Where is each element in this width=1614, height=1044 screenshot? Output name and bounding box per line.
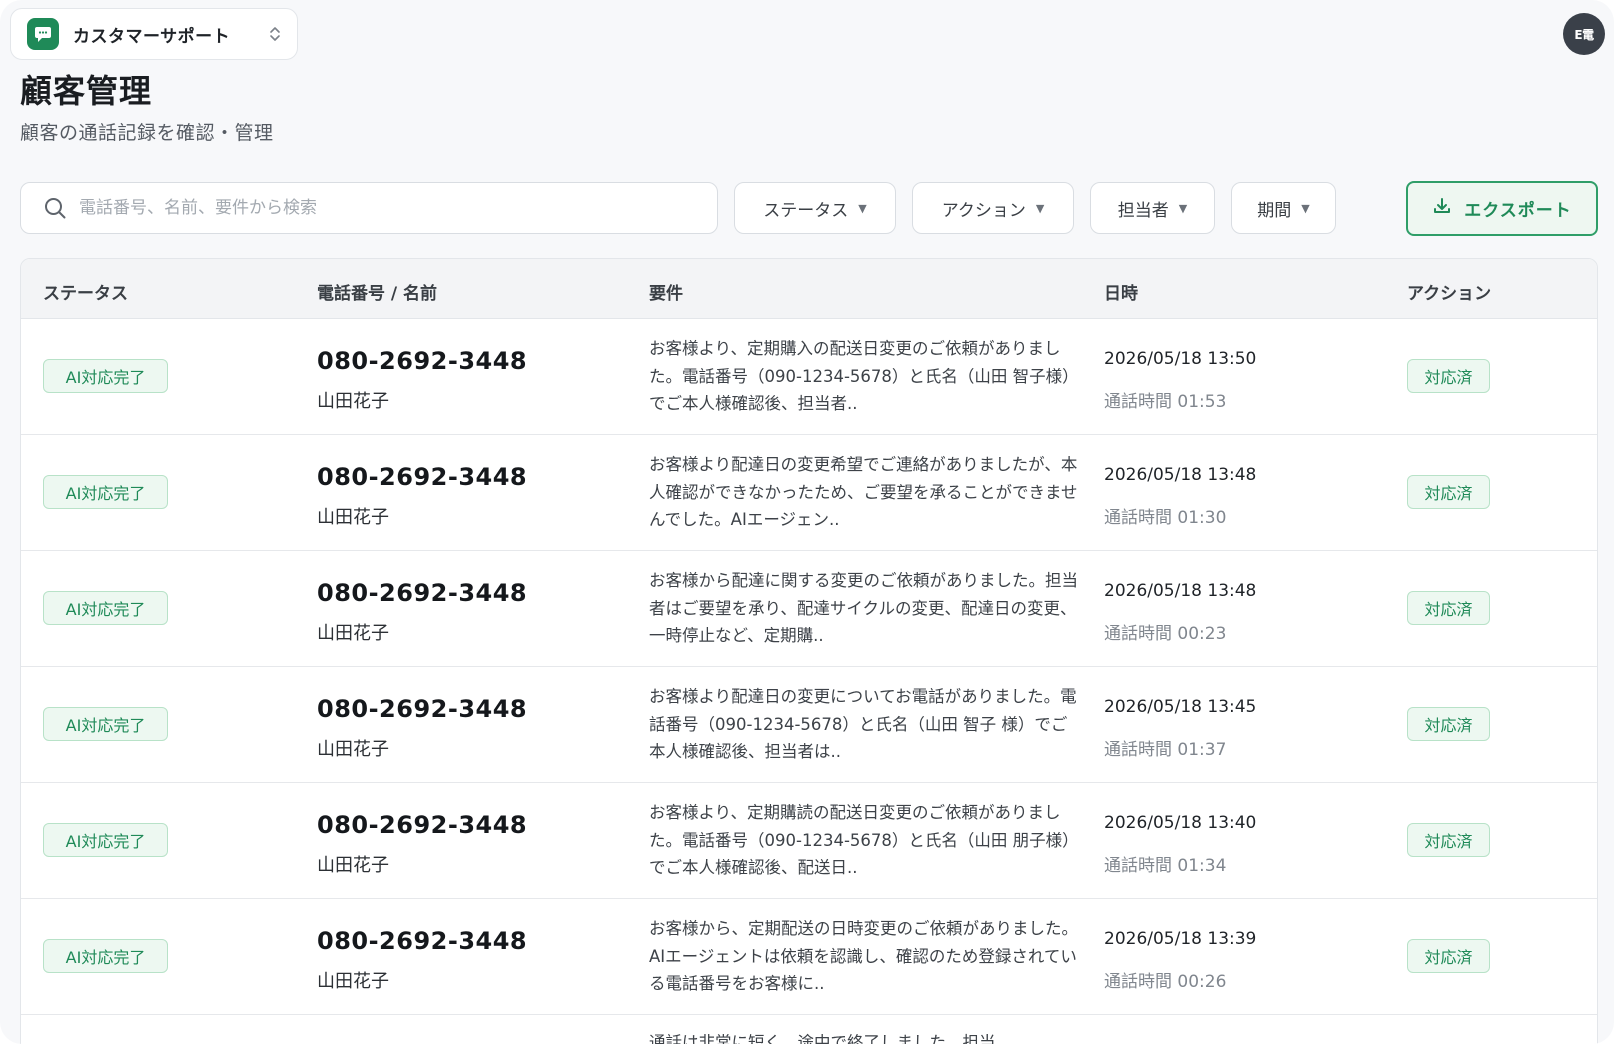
caret-down-icon: ▼ — [1178, 201, 1188, 215]
call-datetime: 2026/05/18 13:40 — [1104, 813, 1257, 833]
call-duration: 通話時間 01:34 — [1104, 856, 1227, 876]
app-window: カスタマーサポート E電 顧客管理 顧客の通話記録を確認・管理 ステータス ▼ … — [0, 0, 1614, 1044]
caret-down-icon: ▼ — [858, 201, 867, 215]
table-row[interactable]: AI対応完了 080-2692-3448 山田花子 お客様から配達に関する変更の… — [21, 551, 1597, 667]
search-icon — [43, 196, 67, 220]
table-header: ステータス 電話番号 / 名前 要件 日時 アクション — [21, 259, 1597, 319]
customer-name: 山田花子 — [317, 971, 389, 992]
call-datetime: 2026/05/18 13:48 — [1104, 581, 1257, 601]
header-datetime: 日時 — [1104, 284, 1138, 304]
header-phone-name: 電話番号 / 名前 — [317, 284, 438, 304]
caret-down-icon: ▼ — [1035, 201, 1045, 215]
status-badge: AI対応完了 — [43, 591, 168, 625]
call-duration: 通話時間 00:23 — [1104, 624, 1227, 644]
table-row[interactable]: AI対応完了 080-2692-3448 山田花子 お客様より配達日の変更につい… — [21, 667, 1597, 783]
call-summary: お客様から配達に関する変更のご依頼がありました。担当者はご要望を承り、配達サイク… — [649, 571, 1078, 645]
status-badge: AI対応完了 — [43, 939, 168, 973]
phone-number: 080-2692-3448 — [317, 927, 528, 955]
call-datetime: 2026/05/18 13:45 — [1104, 697, 1257, 717]
action-badge[interactable]: 対応済 — [1407, 359, 1490, 393]
search-box[interactable] — [20, 182, 718, 234]
call-duration: 通話時間 00:26 — [1104, 972, 1227, 992]
status-badge: AI対応完了 — [43, 823, 168, 857]
user-avatar[interactable]: E電 — [1563, 13, 1605, 55]
caret-down-icon: ▼ — [1301, 201, 1310, 215]
table-row[interactable]: 通話は非常に短く、途中で終了しました。担当 — [21, 1015, 1597, 1044]
page-title: 顧客管理 — [20, 72, 153, 110]
action-filter[interactable]: アクション ▼ — [912, 182, 1074, 234]
status-filter-label: ステータス — [763, 200, 849, 221]
call-summary: お客様より、定期購入の配送日変更のご依頼がありました。電話番号（090-1234… — [649, 339, 1079, 413]
assignee-filter-label: 担当者 — [1117, 200, 1169, 221]
call-duration: 通話時間 01:37 — [1104, 740, 1227, 760]
status-badge: AI対応完了 — [43, 359, 168, 393]
status-filter[interactable]: ステータス ▼ — [734, 182, 896, 234]
table-row[interactable]: AI対応完了 080-2692-3448 山田花子 お客様より、定期購入の配送日… — [21, 319, 1597, 435]
call-records-table: ステータス 電話番号 / 名前 要件 日時 アクション AI対応完了 080-2… — [20, 258, 1598, 1044]
phone-number: 080-2692-3448 — [317, 811, 528, 839]
call-summary: お客様から、定期配送の日時変更のご依頼がありました。AIエージェントは依頼を認識… — [649, 919, 1078, 993]
call-datetime: 2026/05/18 13:48 — [1104, 465, 1257, 485]
call-summary: 通話は非常に短く、途中で終了しました。担当 — [649, 1033, 996, 1044]
customer-name: 山田花子 — [317, 855, 389, 876]
header-summary: 要件 — [649, 284, 683, 304]
action-badge[interactable]: 対応済 — [1407, 939, 1490, 973]
call-duration: 通話時間 01:53 — [1104, 392, 1227, 412]
search-input[interactable] — [79, 198, 717, 218]
action-filter-label: アクション — [941, 200, 1026, 221]
action-badge[interactable]: 対応済 — [1407, 707, 1490, 741]
call-summary: お客様より配達日の変更希望でご連絡がありましたが、本人確認ができなかったため、ご… — [649, 455, 1078, 529]
workspace-switcher[interactable]: カスタマーサポート — [10, 8, 298, 60]
page-subtitle: 顧客の通話記録を確認・管理 — [20, 122, 274, 144]
export-label: エクスポート — [1464, 201, 1572, 221]
download-icon — [1432, 196, 1452, 221]
workspace-name: カスタマーサポート — [73, 26, 231, 47]
period-filter[interactable]: 期間 ▼ — [1231, 182, 1336, 234]
chevron-updown-icon — [267, 23, 283, 45]
phone-number: 080-2692-3448 — [317, 463, 528, 491]
table-row[interactable]: AI対応完了 080-2692-3448 山田花子 お客様より、定期購読の配送日… — [21, 783, 1597, 899]
header-status: ステータス — [43, 284, 128, 304]
header-action: アクション — [1407, 284, 1492, 304]
table-row[interactable]: AI対応完了 080-2692-3448 山田花子 お客様から、定期配送の日時変… — [21, 899, 1597, 1015]
customer-name: 山田花子 — [317, 507, 389, 528]
action-badge[interactable]: 対応済 — [1407, 475, 1490, 509]
assignee-filter[interactable]: 担当者 ▼ — [1090, 182, 1215, 234]
customer-name: 山田花子 — [317, 623, 389, 644]
chat-bubble-icon — [27, 18, 59, 50]
action-badge[interactable]: 対応済 — [1407, 591, 1490, 625]
call-datetime: 2026/05/18 13:39 — [1104, 929, 1257, 949]
export-button[interactable]: エクスポート — [1406, 181, 1598, 236]
phone-number: 080-2692-3448 — [317, 579, 528, 607]
call-summary: お客様より配達日の変更についてお電話がありました。電話番号（090-1234-5… — [649, 687, 1077, 761]
status-badge: AI対応完了 — [43, 707, 168, 741]
customer-name: 山田花子 — [317, 391, 389, 412]
action-badge[interactable]: 対応済 — [1407, 823, 1490, 857]
table-row[interactable]: AI対応完了 080-2692-3448 山田花子 お客様より配達日の変更希望で… — [21, 435, 1597, 551]
phone-number: 080-2692-3448 — [317, 347, 528, 375]
customer-name: 山田花子 — [317, 739, 389, 760]
call-datetime: 2026/05/18 13:50 — [1104, 349, 1257, 369]
period-filter-label: 期間 — [1257, 200, 1292, 221]
phone-number: 080-2692-3448 — [317, 695, 528, 723]
call-summary: お客様より、定期購読の配送日変更のご依頼がありました。電話番号（090-1234… — [649, 803, 1079, 877]
status-badge: AI対応完了 — [43, 475, 168, 509]
call-duration: 通話時間 01:30 — [1104, 508, 1227, 528]
